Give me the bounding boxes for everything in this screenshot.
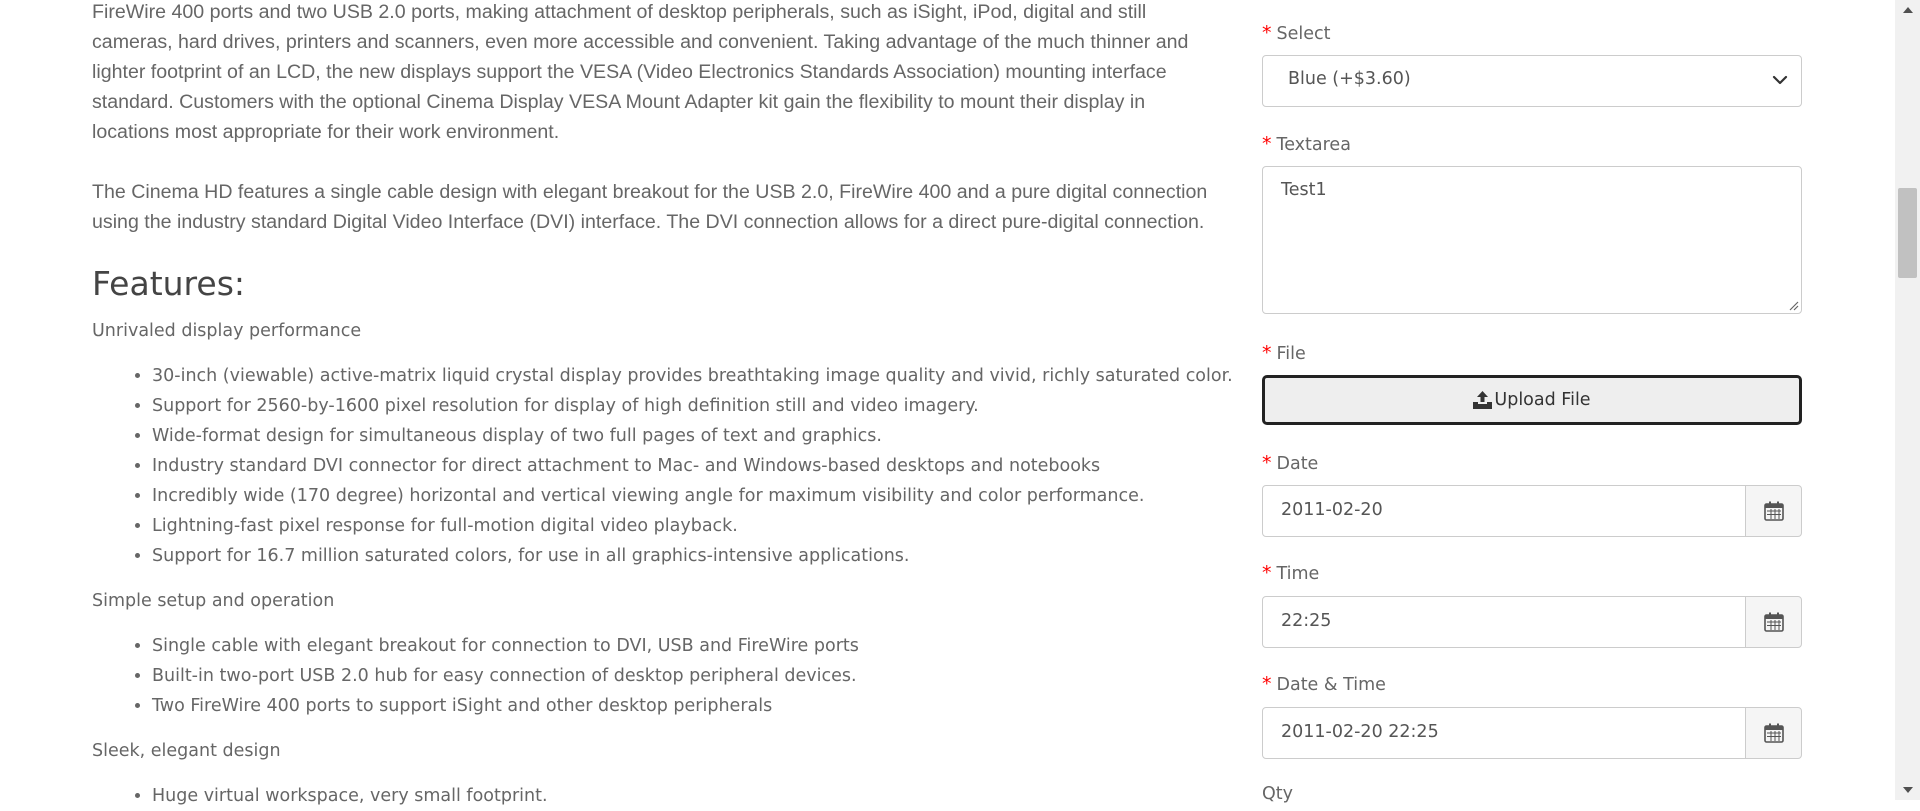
upload-file-label: Upload File <box>1494 390 1591 410</box>
select-label: * Select <box>1262 21 1331 46</box>
required-marker: * <box>1262 562 1272 584</box>
datetime-picker-button[interactable] <box>1745 707 1802 759</box>
calendar-icon <box>1763 612 1784 632</box>
time-label: * Time <box>1262 561 1319 586</box>
date-label: * Date <box>1262 451 1318 476</box>
datetime-value: 2011-02-20 22:25 <box>1281 722 1439 742</box>
date-label-text: Date <box>1276 454 1319 474</box>
list-item: 30-inch (viewable) active-matrix liquid … <box>152 361 1233 391</box>
scroll-up-arrow-icon[interactable] <box>1895 0 1920 20</box>
upload-icon <box>1473 391 1493 409</box>
date-input[interactable]: 2011-02-20 <box>1262 485 1746 537</box>
datetime-field-group: 2011-02-20 22:25 <box>1262 707 1802 759</box>
qty-label: Qty <box>1262 784 1293 804</box>
required-marker: * <box>1262 133 1272 155</box>
date-value: 2011-02-20 <box>1281 500 1383 520</box>
select-value: Blue (+$3.60) <box>1288 69 1411 89</box>
time-value: 22:25 <box>1281 611 1332 631</box>
features-list: 30-inch (viewable) active-matrix liquid … <box>92 361 1233 571</box>
time-input[interactable]: 22:25 <box>1262 596 1746 648</box>
calendar-icon <box>1763 501 1784 521</box>
description-paragraph-1: FireWire 400 ports and two USB 2.0 ports… <box>92 1 1189 143</box>
datetime-label-text: Date & Time <box>1276 675 1386 695</box>
time-picker-button[interactable] <box>1745 596 1802 648</box>
time-label-text: Time <box>1276 564 1320 584</box>
features-section-label: Simple setup and operation <box>92 591 335 611</box>
date-picker-button[interactable] <box>1745 485 1802 537</box>
list-item: Huge virtual workspace, very small footp… <box>152 781 548 811</box>
select-dropdown[interactable]: Blue (+$3.60) <box>1262 55 1802 107</box>
list-item: Wide-format design for simultaneous disp… <box>152 421 1233 451</box>
datetime-input[interactable]: 2011-02-20 22:25 <box>1262 707 1746 759</box>
page-scrollbar[interactable] <box>1895 0 1920 800</box>
description-paragraph-2: The Cinema HD features a single cable de… <box>92 181 1208 233</box>
file-label: * File <box>1262 341 1306 366</box>
scroll-down-arrow-icon[interactable] <box>1895 780 1920 800</box>
date-field-group: 2011-02-20 <box>1262 485 1802 537</box>
features-heading: Features: <box>92 264 246 303</box>
list-item: Two FireWire 400 ports to support iSight… <box>152 691 859 721</box>
textarea-label-text: Textarea <box>1276 135 1351 155</box>
select-label-text: Select <box>1276 24 1331 44</box>
time-field-group: 22:25 <box>1262 596 1802 648</box>
list-item: Built-in two-port USB 2.0 hub for easy c… <box>152 661 859 691</box>
chevron-down-icon <box>1772 75 1788 85</box>
features-list: Single cable with elegant breakout for c… <box>92 631 859 721</box>
list-item: Industry standard DVI connector for dire… <box>152 451 1233 481</box>
upload-file-button[interactable]: Upload File <box>1262 375 1802 425</box>
required-marker: * <box>1262 22 1272 44</box>
calendar-icon <box>1763 723 1784 743</box>
required-marker: * <box>1262 452 1272 474</box>
textarea-label: * Textarea <box>1262 132 1351 157</box>
list-item: Incredibly wide (170 degree) horizontal … <box>152 481 1233 511</box>
datetime-label: * Date & Time <box>1262 672 1386 697</box>
scrollbar-thumb[interactable] <box>1898 188 1917 278</box>
features-list: Huge virtual workspace, very small footp… <box>92 781 548 811</box>
textarea-input[interactable]: Test1 <box>1262 166 1802 314</box>
features-section-label: Unrivaled display performance <box>92 321 362 341</box>
list-item: Support for 2560-by-1600 pixel resolutio… <box>152 391 1233 421</box>
features-section-label: Sleek, elegant design <box>92 741 281 761</box>
resize-grip-icon[interactable] <box>1787 299 1799 311</box>
list-item: Single cable with elegant breakout for c… <box>152 631 859 661</box>
file-label-text: File <box>1276 344 1306 364</box>
list-item: Lightning-fast pixel response for full-m… <box>152 511 1233 541</box>
required-marker: * <box>1262 673 1272 695</box>
list-item: Support for 16.7 million saturated color… <box>152 541 1233 571</box>
textarea-value: Test1 <box>1281 180 1327 200</box>
required-marker: * <box>1262 342 1272 364</box>
